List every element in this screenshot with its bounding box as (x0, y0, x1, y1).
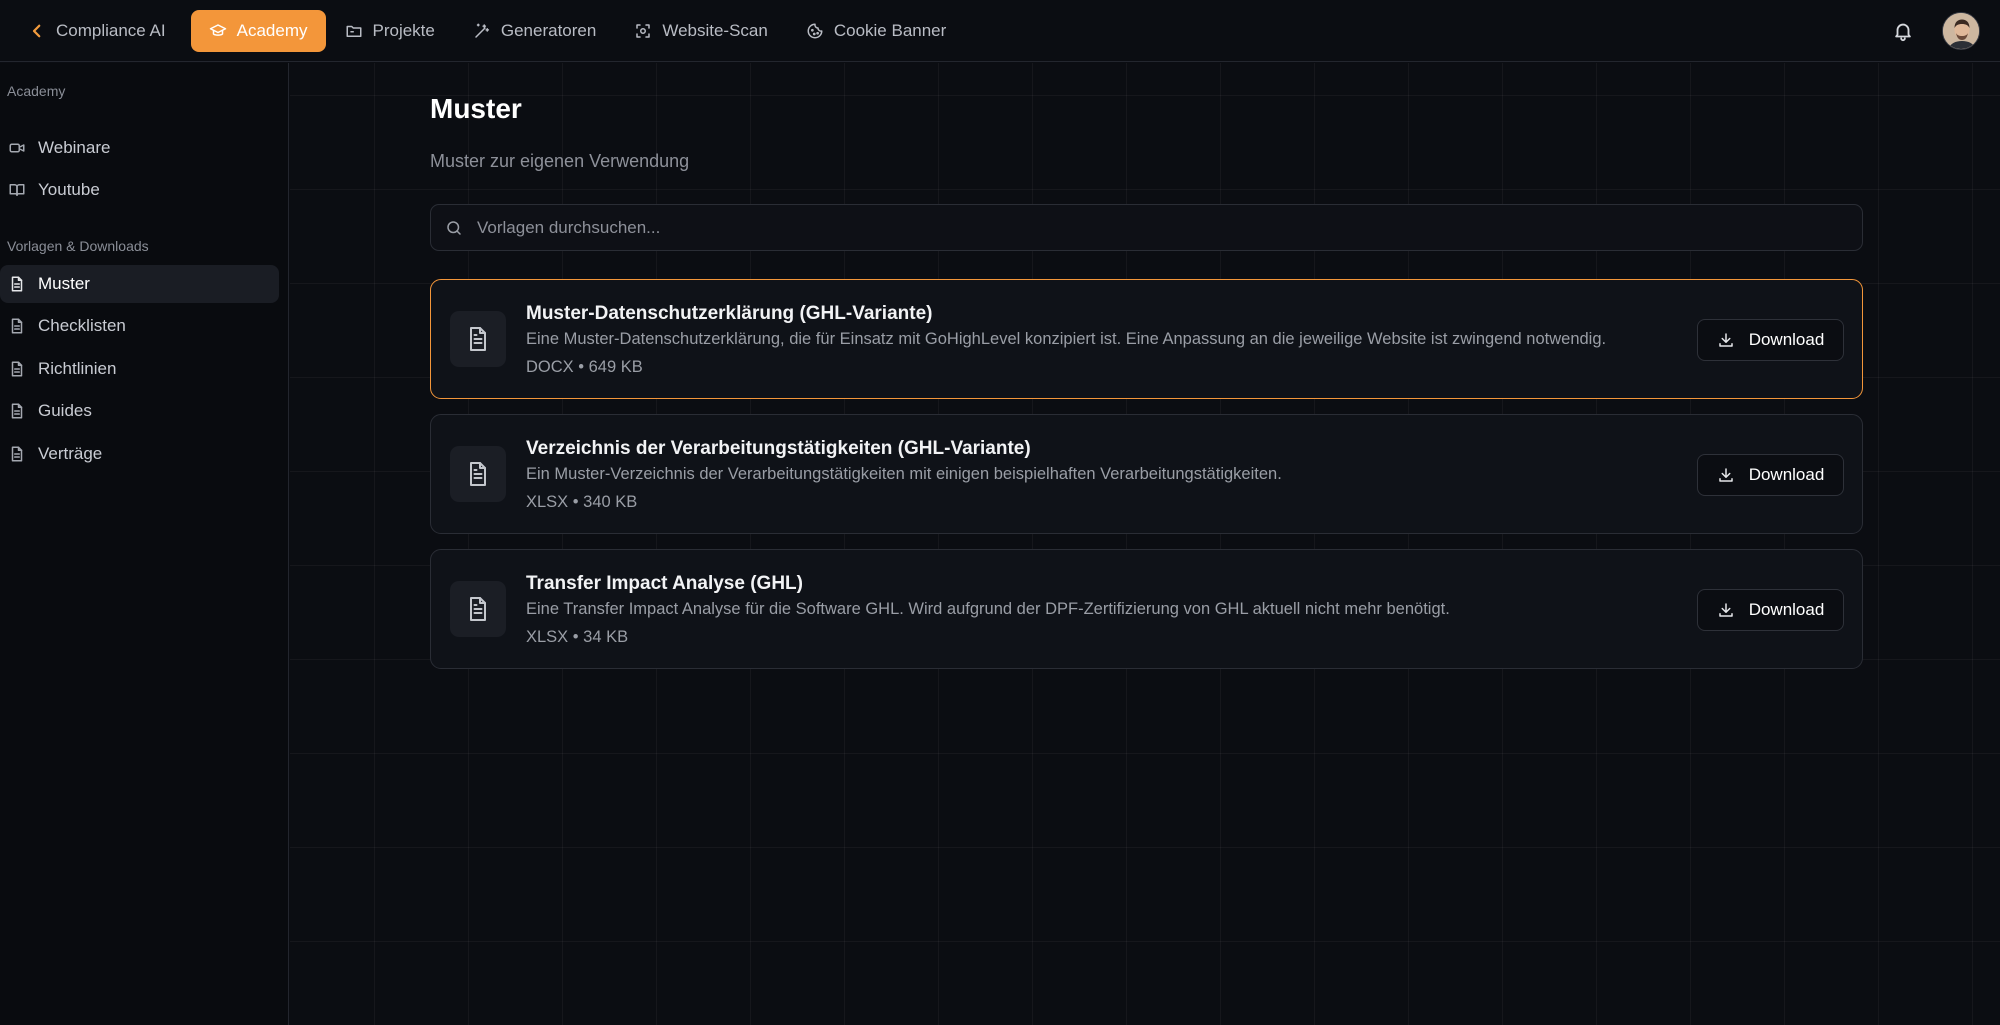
sidebar-item-vertraege[interactable]: Verträge (0, 435, 279, 473)
file-title: Transfer Impact Analyse (GHL) (526, 573, 803, 594)
download-label: Download (1748, 465, 1825, 484)
scan-icon (636, 23, 651, 38)
file-description: Eine Transfer Impact Analyse für die Sof… (526, 600, 1450, 618)
sidebar-item-label: Webinare (38, 138, 111, 157)
file-tile (450, 311, 506, 367)
file-card[interactable]: Muster-Datenschutzerklärung (GHL-Variant… (430, 279, 1863, 399)
sidebar-item-label: Richtlinien (38, 359, 117, 378)
search-bar[interactable] (430, 204, 1863, 251)
download-icon (1718, 468, 1733, 482)
file-meta: XLSX • 340 KB (526, 493, 638, 511)
nav-tab-website-scan[interactable]: Website-Scan (615, 10, 787, 52)
file-text-icon (470, 597, 486, 621)
cookie-icon (807, 23, 823, 38)
top-navigation: Compliance AI Academy Projekte Generator… (0, 0, 2000, 62)
search-icon (447, 220, 461, 235)
chevron-left-icon (32, 24, 41, 37)
sidebar-item-youtube[interactable]: Youtube (0, 171, 279, 209)
download-icon (1718, 333, 1733, 347)
sidebar-item-label: Youtube (38, 180, 100, 199)
document-icon (11, 403, 23, 419)
sidebar-section-vorlagen: Vorlagen & Downloads (7, 238, 149, 254)
file-title: Muster-Datenschutzerklärung (GHL-Variant… (526, 303, 933, 324)
download-button[interactable]: Download (1697, 319, 1844, 361)
file-card[interactable]: Verzeichnis der Verarbeitungstätigkeiten… (430, 414, 1863, 534)
video-icon (9, 143, 25, 153)
sidebar-item-richtlinien[interactable]: Richtlinien (0, 350, 279, 388)
download-button[interactable]: Download (1697, 589, 1844, 631)
sidebar: Academy Webinare Youtube Vorlagen & Down… (0, 63, 289, 1025)
file-tile (450, 581, 506, 637)
user-photo-icon (1943, 12, 1979, 49)
download-button[interactable]: Download (1697, 454, 1844, 496)
nav-tab-cookie-banner[interactable]: Cookie Banner (787, 10, 965, 52)
sidebar-item-muster[interactable]: Muster (0, 265, 279, 303)
nav-tab-label: Website-Scan (662, 20, 768, 40)
file-text-icon (470, 327, 486, 351)
file-meta: XLSX • 34 KB (526, 628, 629, 646)
sidebar-item-checklisten[interactable]: Checklisten (0, 307, 279, 345)
back-to-compliance-ai-link[interactable]: Compliance AI (12, 10, 185, 52)
nav-tab-label: Generatoren (500, 20, 597, 40)
sidebar-item-webinare[interactable]: Webinare (0, 129, 279, 167)
document-icon (11, 276, 23, 292)
nav-tab-label: Projekte (372, 20, 435, 40)
download-label: Download (1748, 600, 1825, 619)
nav-tab-label: Academy (236, 20, 308, 40)
user-avatar[interactable] (1942, 11, 1980, 50)
nav-tab-generatoren[interactable]: Generatoren (454, 10, 615, 52)
sidebar-item-guides[interactable]: Guides (0, 392, 279, 430)
sidebar-item-label: Checklisten (38, 316, 126, 335)
document-icon (11, 361, 23, 377)
file-description: Ein Muster-Verzeichnis der Verarbeitungs… (526, 465, 1282, 483)
sidebar-item-label: Guides (38, 401, 92, 420)
bell-icon[interactable] (1892, 20, 1914, 42)
main-content: Muster Muster zur eigenen Verwendung Mus… (290, 63, 2000, 1025)
download-icon (1718, 603, 1733, 617)
file-tile (450, 446, 506, 502)
document-icon (11, 446, 23, 462)
document-icon (11, 318, 23, 334)
file-meta: DOCX • 649 KB (526, 358, 643, 376)
download-label: Download (1748, 330, 1825, 349)
folder-icon (346, 25, 361, 37)
nav-tab-label: Cookie Banner (833, 20, 947, 40)
sidebar-item-label: Muster (38, 274, 90, 293)
back-label: Compliance AI (56, 20, 166, 40)
graduation-cap-icon (209, 23, 226, 36)
book-open-icon (9, 184, 25, 196)
nav-tab-academy[interactable]: Academy (190, 9, 326, 52)
page-title: Muster (430, 93, 522, 124)
sidebar-section-academy: Academy (7, 83, 66, 99)
file-card[interactable]: Transfer Impact Analyse (GHL) Eine Trans… (430, 549, 1863, 669)
page-subtitle: Muster zur eigenen Verwendung (430, 151, 690, 171)
file-title: Verzeichnis der Verarbeitungstätigkeiten… (526, 438, 1031, 459)
sidebar-item-label: Verträge (38, 444, 103, 463)
magic-wand-icon (475, 23, 489, 38)
nav-tab-projekte[interactable]: Projekte (326, 10, 454, 52)
search-input[interactable] (477, 217, 1857, 238)
top-nav-actions (1892, 11, 1980, 50)
file-text-icon (470, 462, 486, 486)
file-description: Eine Muster-Datenschutzerklärung, die fü… (526, 330, 1607, 348)
